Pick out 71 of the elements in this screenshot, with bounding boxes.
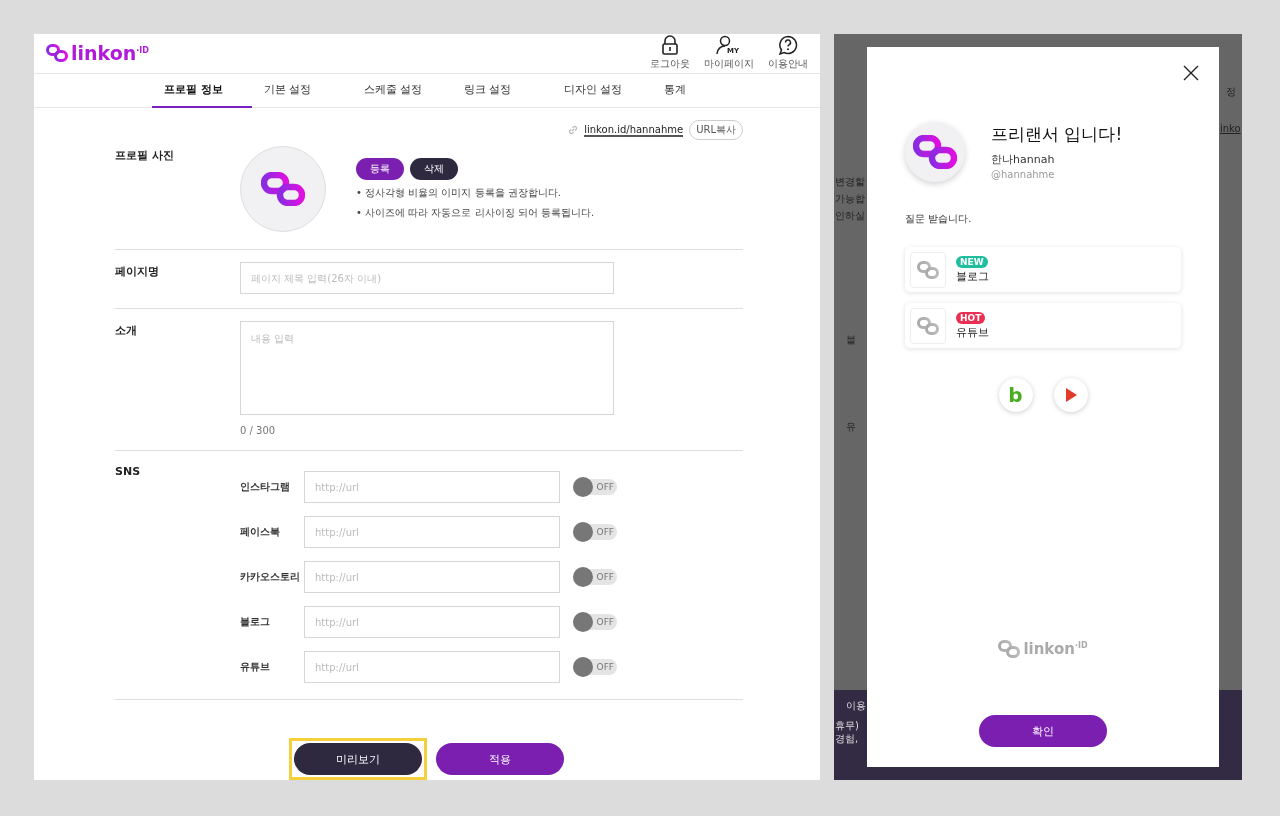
lock-icon [661, 35, 679, 56]
background-text: 변경할 [835, 175, 865, 189]
background-text: inko [1220, 123, 1241, 134]
background-text: 가능합 [835, 192, 865, 206]
char-counter: 0 / 300 [240, 425, 277, 436]
logo-mark-icon [998, 640, 1021, 658]
sns-url-field[interactable]: http://url [304, 561, 560, 593]
section-label: 프로필 사진 [115, 148, 175, 164]
background-text: 이용 [846, 699, 866, 713]
background-text: 휴무) [835, 719, 859, 733]
page-name-field[interactable]: 페이지 제목 입력(26자 이내) [240, 262, 614, 294]
section-label: SNS [115, 464, 142, 480]
nav-tab[interactable]: 스케줄 설정 [352, 73, 452, 108]
link-badge: HOT [956, 311, 986, 324]
sns-label: 블로그 [240, 615, 271, 629]
profile-message: 질문 받습니다. [905, 212, 973, 226]
background-text: 경험, [835, 732, 859, 746]
nav-tab[interactable]: 통계 [652, 73, 752, 108]
profile-title: 프리랜서 입니다! [991, 123, 1123, 146]
link-card[interactable]: NEW 블로그 [905, 247, 1181, 292]
logo-text: linkon$^{·ID}$ [71, 42, 149, 65]
close-icon [1183, 65, 1199, 81]
sns-url-field[interactable]: http://url [304, 516, 560, 548]
link-card[interactable]: HOT 유튜브 [905, 303, 1181, 348]
link-badge: NEW [956, 255, 988, 268]
toggle-switch[interactable]: OFF [573, 659, 617, 675]
link-title: 유튜브 [956, 324, 989, 340]
action-button[interactable]: 적용 [436, 743, 564, 775]
sns-url-field[interactable]: http://url [304, 471, 560, 503]
profile-handle: @hannahme [991, 169, 1056, 180]
confirm-button[interactable]: 확인 [979, 715, 1107, 747]
toggle-switch[interactable]: OFF [573, 614, 617, 630]
photo-button[interactable]: 삭제 [410, 158, 458, 180]
profile-url-link[interactable]: linkon.id/hannahme [584, 123, 684, 137]
logo-mark-icon [261, 172, 305, 206]
header-action[interactable]: 로그아웃 [650, 35, 690, 72]
background-text: 인하실 [835, 209, 865, 223]
sns-label: 카카오스토리 [240, 570, 301, 584]
youtube-button[interactable] [1053, 378, 1088, 412]
nav-tab[interactable]: 기본 설정 [252, 73, 352, 108]
toggle-switch[interactable]: OFF [573, 569, 617, 585]
nav-tab[interactable]: 프로필 정보 [152, 73, 252, 108]
nav-tab[interactable]: 링크 설정 [452, 73, 552, 108]
background-text: 정 [1226, 85, 1236, 99]
logo-text: linkon$^{·ID}$ [1023, 640, 1088, 658]
url-copy-button[interactable]: URL복사 [689, 120, 743, 140]
logo-mark-icon [917, 316, 939, 335]
link-icon [568, 125, 579, 135]
logo-mark-icon [917, 260, 939, 279]
sns-label: 페이스북 [240, 525, 281, 539]
logo-mark-icon [46, 44, 68, 63]
sns-url-field[interactable]: http://url [304, 651, 560, 683]
section-label: 페이지명 [115, 264, 160, 280]
nav-tab[interactable]: 디자인 설정 [552, 73, 652, 108]
logo-mark-icon [913, 135, 957, 169]
action-button[interactable]: 미리보기 [294, 743, 422, 775]
section-label: 소개 [115, 323, 138, 339]
link-title: 블로그 [956, 268, 989, 284]
sns-url-field[interactable]: http://url [304, 606, 560, 638]
photo-button[interactable]: 등록 [356, 158, 404, 180]
background-text: 블 [846, 333, 856, 347]
profile-name: 한나hannah [991, 152, 1056, 167]
note-text: • 정사각형 비율의 이미지 등록을 권장합니다. [356, 186, 562, 200]
sns-label: 인스타그램 [240, 480, 291, 494]
toggle-switch[interactable]: OFF [573, 524, 617, 540]
help-icon [778, 35, 798, 56]
header-action[interactable]: 이용안내 [768, 35, 808, 72]
play-icon [1064, 388, 1077, 402]
toggle-switch[interactable]: OFF [573, 479, 617, 495]
note-text: • 사이즈에 따라 자동으로 리사이징 되어 등록됩니다. [356, 206, 595, 220]
sns-label: 유튜브 [240, 660, 271, 674]
